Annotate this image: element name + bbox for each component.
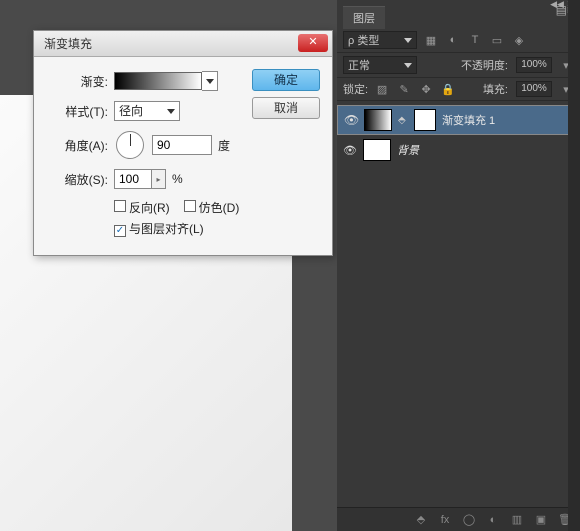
adjustment-icon[interactable]: ◐ <box>486 512 500 528</box>
chevron-down-icon <box>167 109 175 114</box>
angle-input[interactable] <box>152 135 212 155</box>
eye-icon: 👁 <box>343 145 357 157</box>
scale-stepper-button[interactable]: ▸ <box>152 169 166 189</box>
style-label: 样式(T): <box>44 103 108 120</box>
right-dock-strip <box>568 0 580 531</box>
layer-name[interactable]: 背景 <box>397 142 419 158</box>
gradient-fill-dialog: 渐变填充 ✕ 确定 取消 渐变: 样式(T): 径向 角度(A): 度 缩放(S <box>33 30 333 256</box>
reverse-checkbox-wrap[interactable]: 反向(R) <box>114 199 170 216</box>
align-label: 与图层对齐(L) <box>129 222 204 236</box>
group-icon[interactable]: ▥ <box>510 512 524 528</box>
lock-paint-icon[interactable]: ✎ <box>396 81 412 97</box>
gradient-label: 渐变: <box>44 73 108 90</box>
visibility-toggle[interactable]: 👁 <box>344 113 358 127</box>
close-icon: ✕ <box>308 36 317 48</box>
filter-kind-select[interactable]: ρ 类型 <box>343 31 417 49</box>
angle-dial[interactable] <box>116 131 144 159</box>
scale-unit: % <box>172 172 183 186</box>
angle-unit: 度 <box>218 137 230 154</box>
fx-icon[interactable]: fx <box>438 512 452 528</box>
opacity-label: 不透明度: <box>461 57 508 73</box>
eye-icon: 👁 <box>344 113 359 127</box>
dither-label: 仿色(D) <box>199 201 240 215</box>
fill-value[interactable]: 100% <box>516 81 552 97</box>
dialog-title: 渐变填充 <box>44 37 92 51</box>
layer-mask-thumbnail[interactable] <box>414 109 436 131</box>
lock-position-icon[interactable]: ✥ <box>418 81 434 97</box>
chevron-down-icon <box>404 63 412 68</box>
reverse-checkbox[interactable] <box>114 200 126 212</box>
layers-tab[interactable]: 图层 <box>343 6 385 29</box>
mask-icon[interactable]: ◯ <box>462 512 476 528</box>
close-button[interactable]: ✕ <box>298 34 328 52</box>
fill-label: 填充: <box>483 81 508 97</box>
scale-input[interactable] <box>114 169 152 189</box>
filter-pixel-icon[interactable]: ▦ <box>423 32 439 48</box>
gradient-dropdown-button[interactable] <box>202 71 218 91</box>
cancel-button[interactable]: 取消 <box>252 97 320 119</box>
reverse-label: 反向(R) <box>129 201 170 215</box>
layer-row[interactable]: 👁 背景 <box>337 135 580 165</box>
link-layers-icon[interactable]: ⬘ <box>414 512 428 528</box>
style-select[interactable]: 径向 <box>114 101 180 121</box>
dither-checkbox[interactable] <box>184 200 196 212</box>
layer-thumbnail[interactable] <box>363 139 391 161</box>
dither-checkbox-wrap[interactable]: 仿色(D) <box>184 199 240 216</box>
visibility-toggle[interactable]: 👁 <box>343 144 357 157</box>
filter-adjust-icon[interactable]: ◐ <box>445 32 461 48</box>
lock-all-icon[interactable]: 🔒 <box>440 81 456 97</box>
gradient-preview[interactable] <box>114 72 202 90</box>
filter-smart-icon[interactable]: ◈ <box>511 32 527 48</box>
align-checkbox[interactable] <box>114 225 126 237</box>
ok-button[interactable]: 确定 <box>252 69 320 91</box>
opacity-value[interactable]: 100% <box>516 57 552 73</box>
scale-label: 缩放(S): <box>44 171 108 188</box>
layer-name[interactable]: 渐变填充 1 <box>442 112 495 128</box>
layer-thumbnail[interactable] <box>364 109 392 131</box>
chevron-down-icon <box>404 38 412 43</box>
align-checkbox-wrap[interactable]: 与图层对齐(L) <box>114 220 204 237</box>
chevron-right-icon: ▸ <box>156 175 160 184</box>
angle-label: 角度(A): <box>44 137 108 154</box>
chevron-down-icon <box>206 79 214 84</box>
angle-needle-icon <box>130 134 131 146</box>
filter-type-icon[interactable]: T <box>467 32 483 48</box>
link-icon: ⬘ <box>398 115 408 126</box>
layers-panel-footer: ⬘ fx ◯ ◐ ▥ ▣ 🗑 <box>337 507 580 531</box>
dialog-titlebar[interactable]: 渐变填充 ✕ <box>34 31 332 57</box>
lock-transparent-icon[interactable]: ▨ <box>374 81 390 97</box>
new-layer-icon[interactable]: ▣ <box>534 512 548 528</box>
layer-row[interactable]: 👁 ⬘ 渐变填充 1 <box>337 105 580 135</box>
layer-list: 👁 ⬘ 渐变填充 1 👁 背景 <box>337 101 580 481</box>
layers-panel: ◀◀ ✕ 图层 ▤≡ ρ 类型 ▦ ◐ T ▭ ◈ 正常 不透明度: 100% … <box>337 0 580 531</box>
filter-shape-icon[interactable]: ▭ <box>489 32 505 48</box>
blend-mode-select[interactable]: 正常 <box>343 56 417 74</box>
style-value: 径向 <box>119 104 143 118</box>
lock-label: 锁定: <box>343 81 368 97</box>
